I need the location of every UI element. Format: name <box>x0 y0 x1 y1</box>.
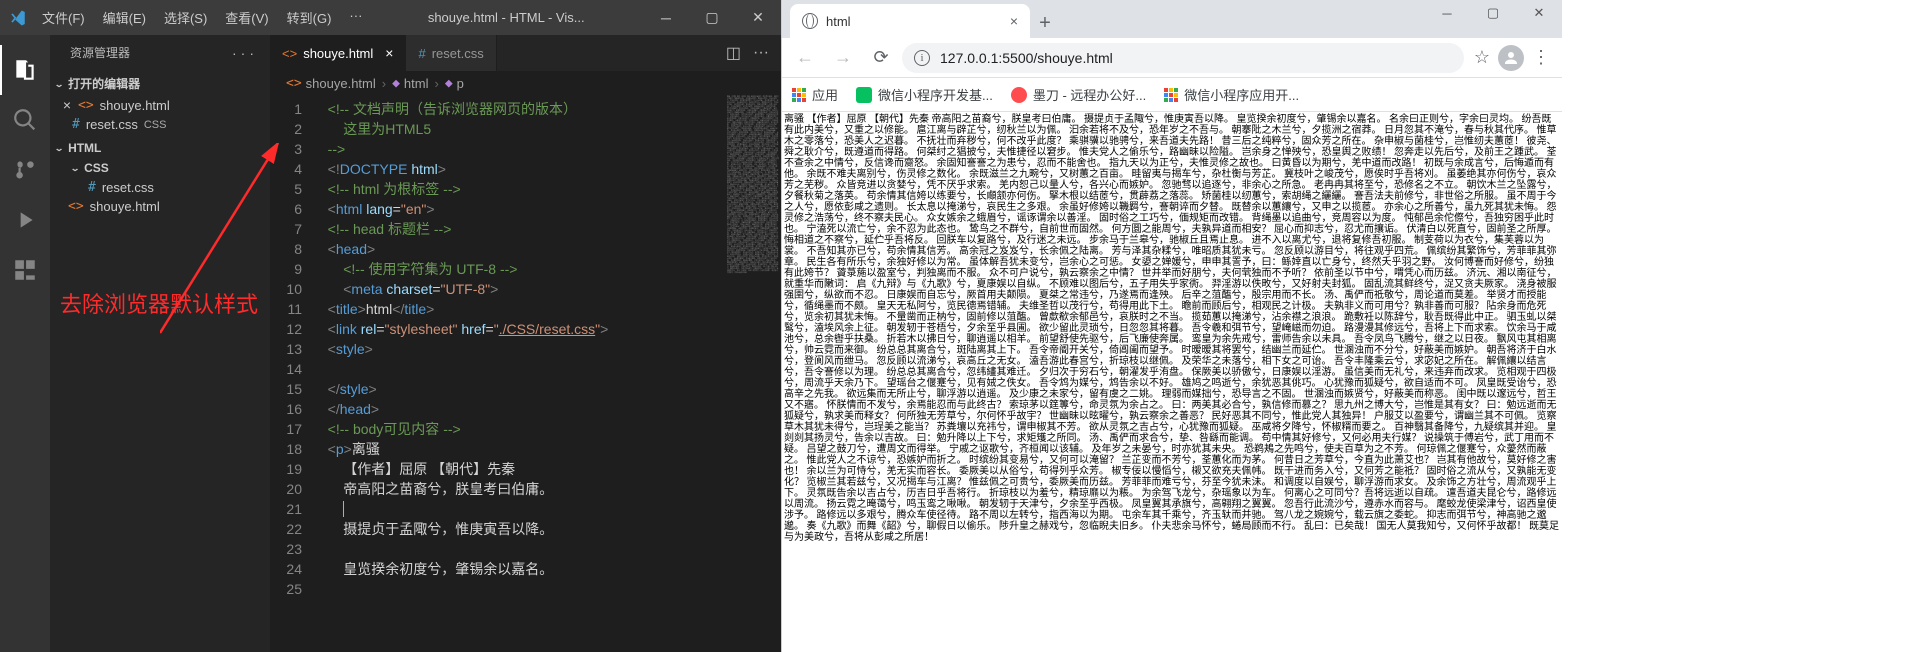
window-title: shouye.html - HTML - Vis... <box>369 10 643 25</box>
search-icon[interactable] <box>0 95 50 145</box>
forward-button[interactable]: → <box>826 41 860 75</box>
more-icon[interactable]: ··· <box>753 44 769 62</box>
project-header[interactable]: ⌄HTML <box>50 138 270 158</box>
browser-tab[interactable]: html × <box>790 4 1030 38</box>
activity-bar <box>0 35 50 652</box>
open-editor-item[interactable]: #reset.cssCSS <box>50 115 270 134</box>
explorer-sidebar: 资源管理器 ··· ⌄打开的编辑器 ×<>shouye.html #reset.… <box>50 35 270 652</box>
source-control-icon[interactable] <box>0 145 50 195</box>
bookmark-favicon <box>1164 88 1178 102</box>
chrome-menu-icon[interactable]: ⋮ <box>1532 47 1550 68</box>
breadcrumb[interactable]: <>shouye.html› ◆html› ◆p <box>270 71 781 95</box>
bookmark-favicon <box>856 87 872 103</box>
explorer-icon[interactable] <box>0 45 50 95</box>
close-icon[interactable]: × <box>1010 13 1018 29</box>
explorer-more-icon[interactable]: ··· <box>232 45 258 61</box>
bookmarks-bar: 应用 微信小程序开发基... 墨刀 - 远程办公好... 微信小程序应用开... <box>782 78 1562 112</box>
address-bar[interactable]: i 127.0.0.1:5500/shouye.html <box>902 43 1464 73</box>
close-icon[interactable]: × <box>60 97 74 113</box>
split-editor-icon[interactable]: ◫ <box>726 43 741 63</box>
window-close-icon[interactable]: ✕ <box>735 0 781 35</box>
vscode-menu: 文件(F) 编辑(E) 选择(S) 查看(V) 转到(G) ··· <box>35 8 369 27</box>
back-button[interactable]: ← <box>788 41 822 75</box>
menu-select[interactable]: 选择(S) <box>157 8 214 27</box>
open-editor-item[interactable]: ×<>shouye.html <box>50 95 270 115</box>
new-tab-button[interactable]: + <box>1030 8 1060 38</box>
annotation-text: 去除浏览器默认样式 <box>60 287 258 319</box>
menu-edit[interactable]: 编辑(E) <box>96 8 153 27</box>
window-maximize-icon[interactable]: ▢ <box>1470 0 1516 28</box>
bookmark-star-icon[interactable]: ☆ <box>1474 47 1490 68</box>
minimap[interactable]: 离骚 【作者】屈原 【朝代】先秦 帝高阳之苗裔兮，朕皇考曰伯庸。 摄提贞于孟陬兮… <box>725 95 781 652</box>
site-info-icon[interactable]: i <box>914 50 930 66</box>
file-item-reset[interactable]: #reset.css <box>66 178 270 197</box>
vscode-logo-icon <box>0 9 35 27</box>
debug-icon[interactable] <box>0 195 50 245</box>
url-text: 127.0.0.1:5500/shouye.html <box>940 50 1113 66</box>
window-maximize-icon[interactable]: ▢ <box>689 0 735 35</box>
window-minimize-icon[interactable]: ─ <box>643 0 689 35</box>
profile-avatar-icon[interactable] <box>1498 45 1524 71</box>
close-icon[interactable]: × <box>385 45 393 61</box>
extensions-icon[interactable] <box>0 245 50 295</box>
file-item-shouye[interactable]: <>shouye.html <box>50 197 270 216</box>
explorer-title: 资源管理器 <box>70 44 130 61</box>
tab-title: html <box>826 14 851 29</box>
bookmark-item[interactable]: 墨刀 - 远程办公好... <box>1011 85 1146 104</box>
editor-tabs: <>shouye.html× #reset.css ◫ ··· <box>270 35 781 71</box>
menu-file[interactable]: 文件(F) <box>35 8 92 27</box>
menu-view[interactable]: 查看(V) <box>218 8 275 27</box>
menu-more[interactable]: ··· <box>342 8 369 27</box>
bookmark-favicon <box>1011 87 1027 103</box>
menu-goto[interactable]: 转到(G) <box>280 8 339 27</box>
address-bar-row: ← → ⟳ i 127.0.0.1:5500/shouye.html ☆ ⋮ <box>782 38 1562 78</box>
open-editors-header[interactable]: ⌄打开的编辑器 <box>50 72 270 95</box>
line-gutter: 1234567891011121314151617181920212223242… <box>270 95 316 652</box>
chrome-window: ─ ▢ ✕ html × + ← → ⟳ i 127.0.0.1:5500/sh… <box>781 0 1562 652</box>
tab-shouye[interactable]: <>shouye.html× <box>270 35 406 71</box>
bookmark-item[interactable]: 微信小程序开发基... <box>856 85 993 104</box>
window-minimize-icon[interactable]: ─ <box>1424 0 1470 28</box>
page-content: 离骚 【作者】屈原 【朝代】先秦 帝高阳之苗裔兮，朕皇考曰伯庸。 摄提贞于孟陬兮… <box>782 112 1562 652</box>
vscode-window: 文件(F) 编辑(E) 选择(S) 查看(V) 转到(G) ··· shouye… <box>0 0 781 652</box>
folder-header[interactable]: ⌄CSS <box>66 158 270 178</box>
globe-icon <box>802 13 818 29</box>
bookmark-item[interactable]: 微信小程序应用开... <box>1164 85 1299 104</box>
tab-reset[interactable]: #reset.css <box>406 35 496 71</box>
apps-button[interactable]: 应用 <box>792 85 838 104</box>
reload-button[interactable]: ⟳ <box>864 41 898 75</box>
apps-icon <box>792 88 806 102</box>
code-editor[interactable]: <!-- 文档声明（告诉浏览器网页的版本） 这里为HTML5 --> <!DOC… <box>316 95 725 652</box>
window-close-icon[interactable]: ✕ <box>1516 0 1562 28</box>
editor-pane: <>shouye.html× #reset.css ◫ ··· <>shouye.… <box>270 35 781 652</box>
vscode-titlebar: 文件(F) 编辑(E) 选择(S) 查看(V) 转到(G) ··· shouye… <box>0 0 781 35</box>
